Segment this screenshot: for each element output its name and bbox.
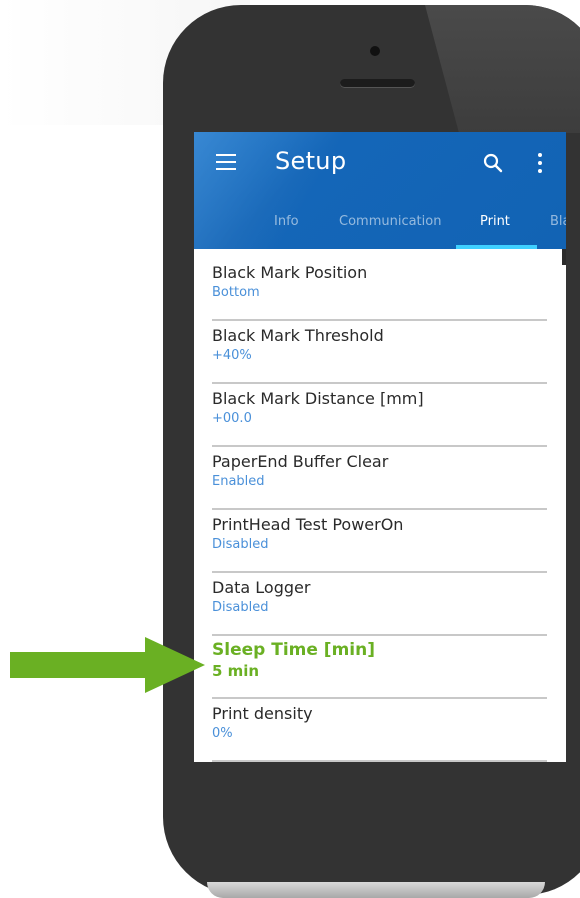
setting-title: PrintHead Test PowerOn (212, 515, 404, 534)
setting-value: +00.0 (212, 411, 252, 426)
setting-printhead-test-poweron[interactable]: PrintHead Test PowerOn Disabled (212, 501, 547, 564)
setting-value: +40% (212, 348, 252, 363)
setting-value: 0% (212, 726, 233, 741)
setting-title: Data Logger (212, 578, 311, 597)
setting-title: Sleep Time [min] (212, 640, 375, 660)
setting-value: Disabled (212, 537, 269, 552)
tab-print[interactable]: Print (480, 214, 510, 229)
setting-value: 5 min (212, 662, 260, 680)
tab-info[interactable]: Info (274, 214, 299, 229)
setting-sleep-time[interactable]: Sleep Time [min] 5 min (212, 627, 547, 690)
setting-title: Black Mark Distance [mm] (212, 389, 424, 408)
pointer-arrow-icon (10, 637, 205, 693)
setting-title: Print density (212, 704, 313, 723)
setting-print-density[interactable]: Print density 0% (212, 690, 547, 753)
screen-edge (562, 249, 566, 265)
tab-bla[interactable]: Bla (550, 214, 566, 229)
phone-bottom-rim (207, 882, 545, 898)
tab-bar: Info Communication Print Bla (194, 204, 566, 249)
search-icon[interactable] (482, 152, 504, 174)
setting-black-mark-distance[interactable]: Black Mark Distance [mm] +00.0 (212, 375, 547, 438)
setting-title: PaperEnd Buffer Clear (212, 452, 389, 471)
tab-communication[interactable]: Communication (339, 214, 441, 229)
app-bar: Setup Info Communication Print Bla (194, 132, 566, 249)
setting-black-mark-position[interactable]: Black Mark Position Bottom (212, 249, 547, 312)
setting-value: Bottom (212, 285, 260, 300)
setting-value: Enabled (212, 474, 265, 489)
front-camera (370, 46, 380, 56)
setting-data-logger[interactable]: Data Logger Disabled (212, 564, 547, 627)
app-screen: Setup Info Communication Print Bla Black… (194, 132, 566, 762)
page-title: Setup (275, 147, 347, 175)
setting-paperend-buffer-clear[interactable]: PaperEnd Buffer Clear Enabled (212, 438, 547, 501)
more-vert-icon[interactable] (537, 153, 543, 173)
setting-title: Black Mark Threshold (212, 326, 384, 345)
list-divider (212, 760, 547, 762)
setting-title: Black Mark Position (212, 263, 368, 282)
setting-value: Disabled (212, 600, 269, 615)
phone-glare (425, 5, 580, 133)
setting-black-mark-threshold[interactable]: Black Mark Threshold +40% (212, 312, 547, 375)
phone-speaker (340, 79, 415, 88)
menu-icon[interactable] (216, 154, 236, 170)
